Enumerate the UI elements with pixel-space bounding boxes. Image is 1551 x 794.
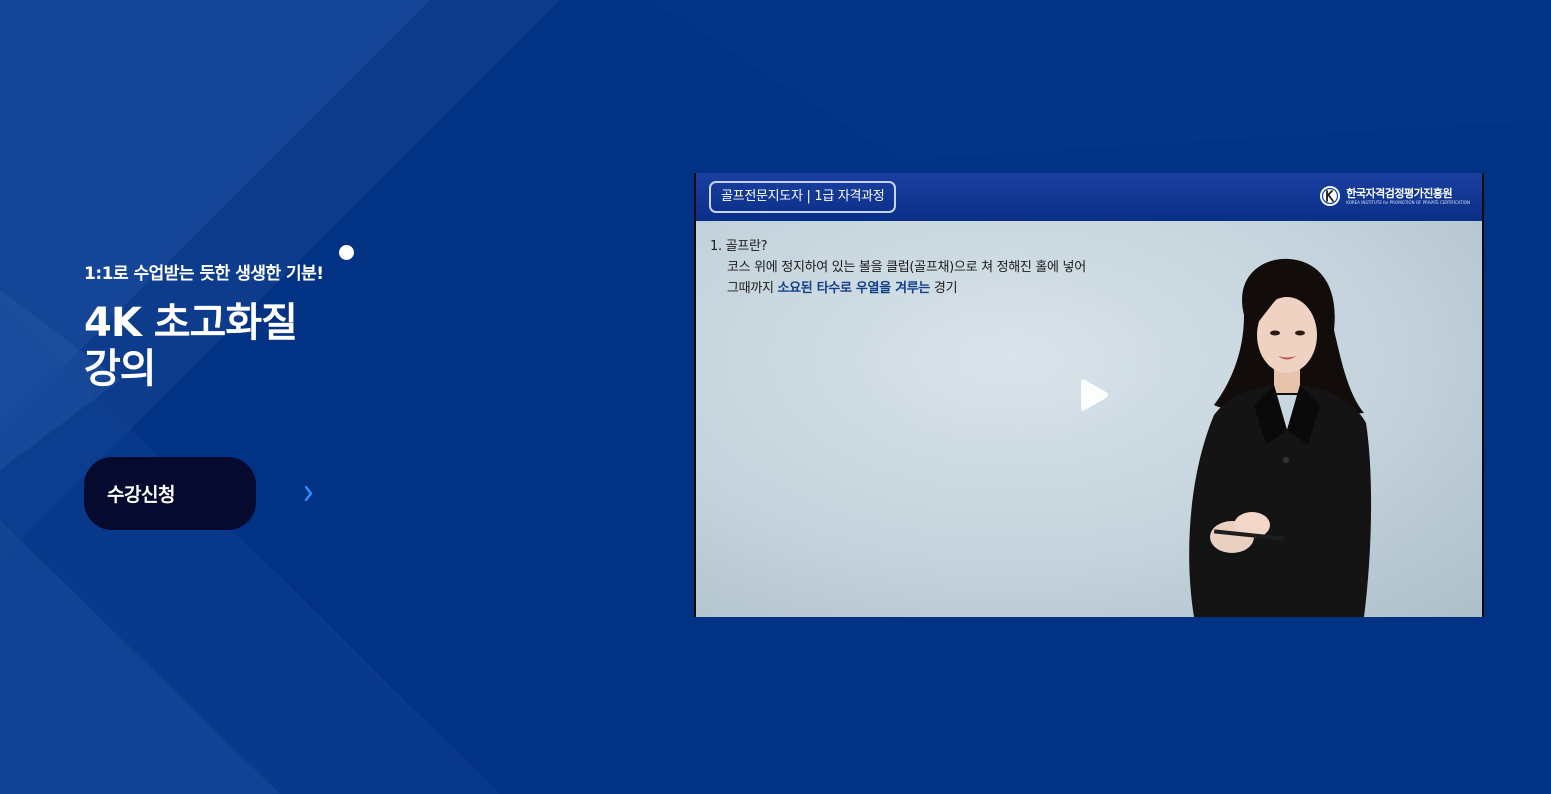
org-subtitle: KOREA INSTITUTE for PROMOTION OF PRIVATE… <box>1346 199 1470 205</box>
play-icon[interactable] <box>1077 378 1109 412</box>
org-brand: 한국자격검정평가진흥원 KOREA INSTITUTE for PROMOTIO… <box>1319 185 1470 207</box>
slide-line-2-highlight: 소요된 타수로 우열을 겨루는 <box>777 281 931 296</box>
slide-line-2: 그때까지 소요된 타수로 우열을 겨루는 경기 <box>710 278 1086 299</box>
hero-title-line2: 강의 <box>84 346 157 392</box>
enroll-button[interactable]: 수강신청 <box>84 457 313 530</box>
course-badge: 골프전문지도자 | 1급 자격과정 <box>709 181 897 213</box>
slide-line-1: 코스 위에 정지하여 있는 볼을 클럽(골프채)으로 쳐 정해진 홀에 넣어 <box>727 260 1086 275</box>
video-header: 골프전문지도자 | 1급 자격과정 한국자격검정평가진흥원 KOREA INST… <box>696 173 1482 221</box>
k-logo-icon <box>1320 186 1341 206</box>
chevron-right-icon <box>304 485 313 502</box>
hero-subtitle: 1:1로 수업받는 듯한 생생한 기분! <box>84 264 324 284</box>
slide-text: 1. 골프란? 코스 위에 정지하여 있는 볼을 클럽(골프채)으로 쳐 정해진… <box>710 236 1086 299</box>
slide-heading: 1. 골프란? <box>710 239 768 254</box>
hero-title: 4K 초고화질 강의 <box>84 300 484 392</box>
video-player[interactable]: 골프전문지도자 | 1급 자격과정 한국자격검정평가진흥원 KOREA INST… <box>694 173 1484 617</box>
slide-line-2-suffix: 경기 <box>930 281 958 296</box>
presenter-image <box>1189 258 1372 617</box>
org-name: 한국자격검정평가진흥원 <box>1346 186 1453 200</box>
decorative-dot <box>339 245 354 260</box>
enroll-button-label: 수강신청 <box>107 484 175 506</box>
hero-text: 1:1로 수업받는 듯한 생생한 기분! 4K 초고화질 강의 <box>84 262 484 392</box>
slide-line-2-prefix: 그때까지 <box>727 281 778 296</box>
hero-title-line1: 4K 초고화질 <box>84 300 298 346</box>
